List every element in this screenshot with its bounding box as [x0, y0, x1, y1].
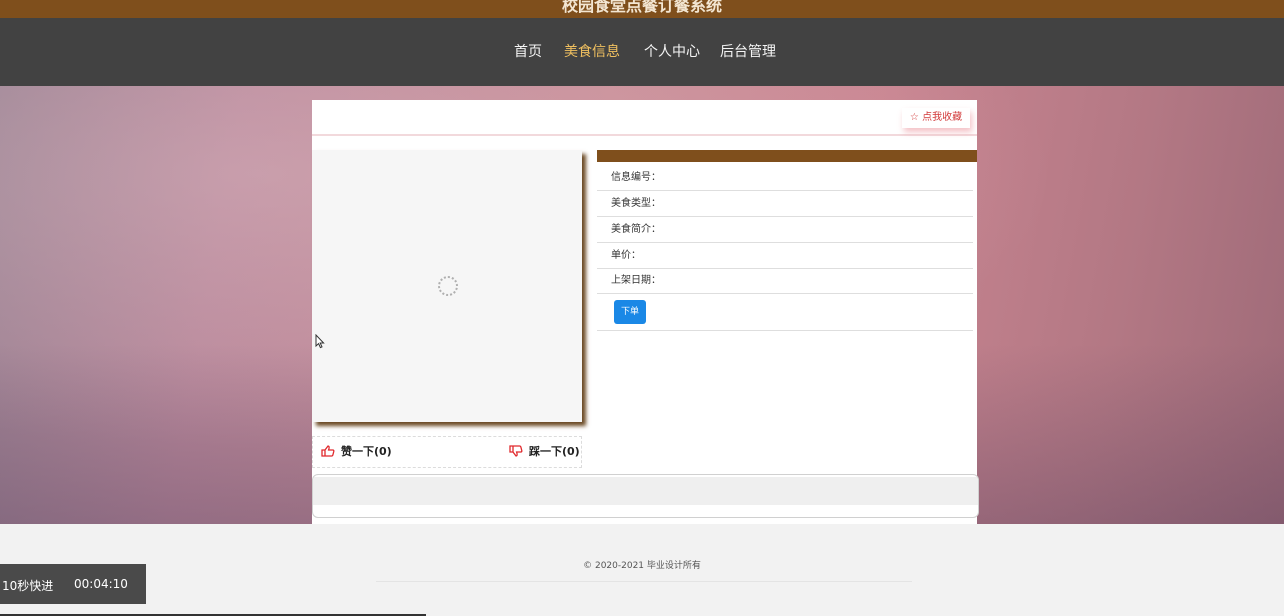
footer-copyright: © 2020-2021 毕业设计所有	[583, 561, 701, 571]
order-button[interactable]: 下单	[614, 300, 646, 324]
video-player-bar: 10秒快进 00:04:10	[0, 564, 146, 604]
order-row: 下单	[597, 293, 973, 331]
food-detail-card: ☆ 点我收藏 赞一下(0) 踩一下(0) 信息编号： 美食类型： 美食简介： 单…	[312, 100, 979, 524]
info-label-intro: 美食简介：	[611, 224, 661, 235]
like-label: 赞一下(0)	[341, 445, 392, 458]
food-image	[312, 150, 582, 422]
info-row-type: 美食类型：	[597, 191, 973, 217]
info-label-id: 信息编号：	[611, 172, 661, 183]
info-row-intro: 美食简介：	[597, 217, 973, 243]
nav-item-admin[interactable]: 后台管理	[720, 42, 776, 62]
thumbs-down-icon	[509, 445, 523, 457]
card-header: ☆ 点我收藏	[312, 100, 977, 136]
dislike-button[interactable]: 踩一下(0)	[509, 444, 581, 460]
info-label-type: 美食类型：	[611, 198, 661, 209]
loading-spinner-icon	[438, 276, 458, 296]
comment-area	[313, 477, 978, 505]
info-row-price: 单价：	[597, 243, 973, 269]
vote-row: 赞一下(0) 踩一下(0)	[312, 436, 582, 468]
favorite-button[interactable]: ☆ 点我收藏	[902, 108, 970, 128]
comment-box	[312, 474, 979, 518]
footer-divider	[376, 581, 912, 582]
app-title: 校园食堂点餐订餐系统	[561, 0, 722, 15]
info-label-date: 上架日期：	[611, 275, 661, 286]
info-label-price: 单价：	[611, 250, 641, 261]
mouse-cursor-icon	[315, 334, 325, 349]
playback-time: 00:04:10	[74, 577, 128, 591]
thumbs-up-icon	[321, 445, 335, 457]
like-button[interactable]: 赞一下(0)	[321, 444, 431, 460]
info-header-bar	[597, 150, 977, 162]
skip-forward-button[interactable]: 10秒快进	[2, 577, 53, 594]
info-row-id: 信息编号：	[597, 165, 973, 191]
main-nav: 首页 美食信息 个人中心 后台管理	[0, 18, 1284, 86]
dislike-label: 踩一下(0)	[529, 445, 580, 458]
nav-item-food-info[interactable]: 美食信息	[564, 42, 620, 62]
app-title-bar: 校园食堂点餐订餐系统	[0, 0, 1284, 18]
info-row-date: 上架日期：	[597, 268, 973, 294]
nav-item-home[interactable]: 首页	[514, 42, 542, 62]
nav-item-personal-center[interactable]: 个人中心	[644, 42, 700, 62]
